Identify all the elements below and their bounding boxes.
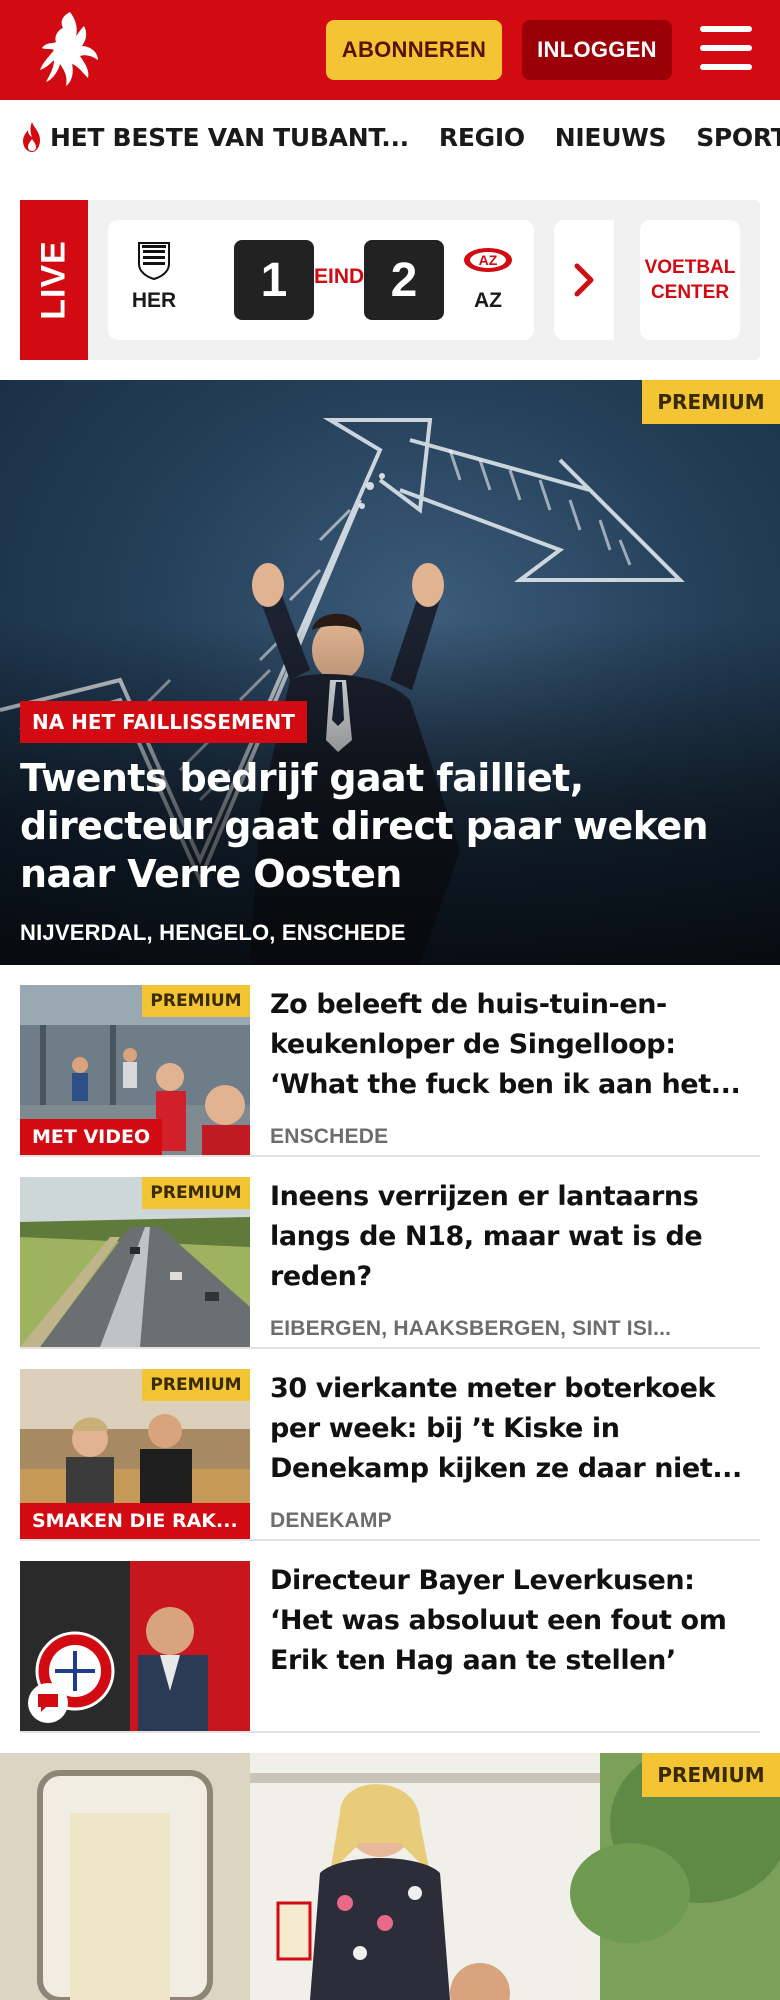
- comment-icon[interactable]: [28, 1683, 68, 1723]
- login-button[interactable]: INLOGGEN: [522, 20, 672, 80]
- article-thumbnail: PREMIUM: [20, 1177, 250, 1347]
- live-label: LIVE: [20, 200, 88, 360]
- series-kicker: SMAKEN DIE RAK...: [20, 1503, 250, 1539]
- az-crest-icon: AZ: [464, 248, 512, 272]
- article-thumbnail: PREMIUM MET VIDEO: [20, 985, 250, 1155]
- list-item[interactable]: PREMIUM SMAKEN DIE RAK... 30 vierkante m…: [20, 1369, 760, 1541]
- list-item[interactable]: Directeur Bayer Leverkusen: ‘Het was abs…: [20, 1561, 760, 1733]
- hero-title[interactable]: Twents bedrijf gaat failliet, directeur …: [20, 754, 760, 898]
- nav-item-best-of[interactable]: HET BESTE VAN TUBANT...: [50, 123, 409, 152]
- match-status: EINDE: [314, 265, 379, 288]
- article-title[interactable]: Directeur Bayer Leverkusen: ‘Het was abs…: [270, 1561, 760, 1681]
- section-nav: HET BESTE VAN TUBANT... REGIO NIEUWS SPO…: [0, 100, 780, 180]
- article-location: EIBERGEN, HAAKSBERGEN, SINT ISI...: [270, 1317, 672, 1340]
- home-team: HER: [126, 240, 182, 313]
- nav-item-nieuws[interactable]: NIEUWS: [555, 123, 667, 152]
- premium-badge: PREMIUM: [142, 1177, 250, 1209]
- voetbal-center-link[interactable]: VOETBAL CENTER: [640, 220, 740, 340]
- article-title[interactable]: Ineens verrijzen er lantaarns langs de N…: [270, 1177, 760, 1297]
- premium-badge: PREMIUM: [142, 1369, 250, 1401]
- hero-article[interactable]: PREMIUM NA HET FAILLISSEMENT Twents bedr…: [0, 380, 780, 965]
- hero-kicker: NA HET FAILLISSEMENT: [20, 701, 307, 743]
- article-title[interactable]: Zo beleeft de huis-tuin-en-keukenloper d…: [270, 985, 760, 1105]
- article-title[interactable]: 30 vierkante meter boterkoek per week: b…: [270, 1369, 760, 1489]
- article-thumbnail: [20, 1561, 250, 1731]
- live-scores-bar: LIVE HER 1 EINDE 2 AZ AZ VOETBAL CENTER: [20, 200, 760, 360]
- article-location: ENSCHEDE: [270, 1125, 389, 1148]
- heracles-crest-icon: [138, 242, 170, 281]
- article-thumbnail: PREMIUM SMAKEN DIE RAK...: [20, 1369, 250, 1539]
- menu-icon[interactable]: [700, 26, 752, 70]
- list-item[interactable]: PREMIUM MET VIDEO Zo beleeft de huis-tui…: [20, 985, 760, 1157]
- premium-badge: PREMIUM: [642, 380, 780, 424]
- nav-item-regio[interactable]: REGIO: [439, 123, 525, 152]
- subscribe-button[interactable]: ABONNEREN: [326, 20, 502, 80]
- list-item[interactable]: PREMIUM Ineens verrijzen er lantaarns la…: [20, 1177, 760, 1349]
- match-card[interactable]: HER 1 EINDE 2 AZ AZ: [108, 220, 534, 340]
- article-location: DENEKAMP: [270, 1509, 392, 1532]
- chevron-right-icon: [574, 263, 594, 297]
- svg-text:AZ: AZ: [479, 252, 498, 268]
- premium-badge: PREMIUM: [642, 1753, 780, 1797]
- premium-badge: PREMIUM: [142, 985, 250, 1017]
- away-team: AZ AZ: [460, 240, 516, 313]
- nav-item-sport[interactable]: SPORT: [696, 123, 780, 152]
- hero-location: NIJVERDAL, HENGELO, ENSCHEDE: [20, 920, 406, 945]
- second-hero-article[interactable]: PREMIUM: [0, 1753, 780, 2000]
- next-match-button[interactable]: [554, 220, 614, 340]
- flame-icon: [23, 122, 40, 152]
- video-kicker: MET VIDEO: [20, 1119, 163, 1155]
- site-header: ABONNEREN INLOGGEN: [0, 0, 780, 100]
- home-score: 1: [234, 240, 314, 320]
- horse-logo-icon[interactable]: [32, 8, 108, 92]
- away-score: 2: [364, 240, 444, 320]
